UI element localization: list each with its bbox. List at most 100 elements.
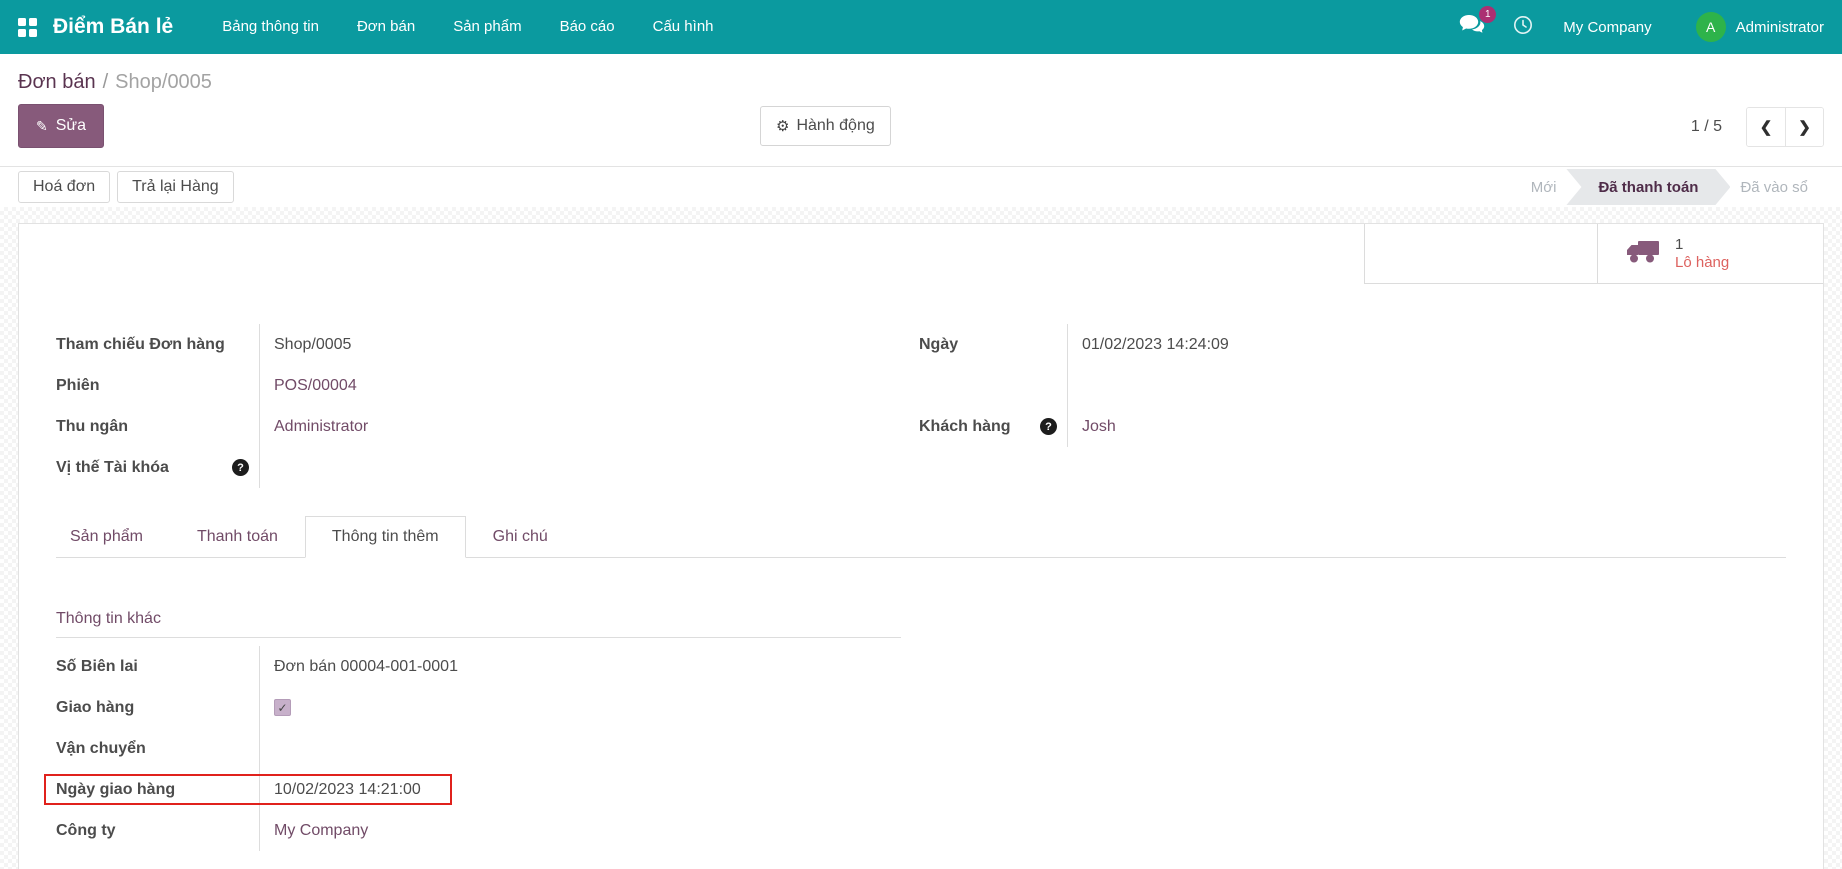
stat-value: 1 <box>1675 236 1729 254</box>
field-value <box>259 447 901 488</box>
stat-text: 1 Lô hàng <box>1675 236 1729 272</box>
field-row-carrier: Vận chuyển <box>56 728 901 769</box>
pager-buttons: ❮ ❯ <box>1746 107 1824 147</box>
field-row-company: Công ty My Company <box>56 810 901 851</box>
field-label-text: Khách hàng <box>919 418 1011 436</box>
nav-item-orders[interactable]: Đơn bán <box>338 0 434 54</box>
field-label-text: Vị thế Tài khóa <box>56 459 169 477</box>
nav-item-products[interactable]: Sản phẩm <box>434 0 540 54</box>
company-link[interactable]: My Company <box>274 822 368 840</box>
status-step-new[interactable]: Mới <box>1515 169 1573 205</box>
field-row-session: Phiên POS/00004 <box>56 365 901 406</box>
field-row-fiscal-position: Vị thế Tài khóa ? <box>56 447 901 488</box>
pager-next-button[interactable]: ❯ <box>1785 108 1823 146</box>
user-avatar: A <box>1696 12 1726 42</box>
fields-group: Tham chiếu Đơn hàng Shop/0005 Phiên POS/… <box>56 324 1786 488</box>
nav-item-reports[interactable]: Báo cáo <box>541 0 634 54</box>
field-label: Ngày giao hàng <box>56 769 259 810</box>
status-step-paid[interactable]: Đã thanh toán <box>1566 169 1730 205</box>
activities-button[interactable] <box>1513 15 1533 40</box>
field-value: ✓ <box>259 687 901 728</box>
tab-payments[interactable]: Thanh toán <box>170 516 305 557</box>
chevron-right-icon: ❯ <box>1798 118 1811 136</box>
edit-button[interactable]: ✎ Sửa <box>18 104 104 148</box>
button-box: 1 Lô hàng <box>1364 224 1823 284</box>
form-sheet: 1 Lô hàng Tham chiếu Đơn hàng Shop/0005 … <box>18 223 1824 869</box>
field-value: 01/02/2023 14:24:09 <box>1067 324 1786 365</box>
tab-extra-info[interactable]: Thông tin thêm <box>305 516 466 558</box>
control-panel: Đơn bán/Shop/0005 ✎ Sửa ⚙ Hành động 1 / … <box>0 54 1842 207</box>
nav-item-config[interactable]: Cấu hình <box>634 0 733 54</box>
return-goods-button[interactable]: Trả lại Hàng <box>117 171 234 203</box>
apps-square <box>18 29 26 37</box>
field-label-text: Ngày <box>919 336 958 354</box>
statusbar: Mới Đã thanh toán Đã vào sổ <box>1515 169 1824 205</box>
shipping-checkbox[interactable]: ✓ <box>274 699 291 716</box>
app-title[interactable]: Điểm Bán lẻ <box>53 15 173 39</box>
field-value-text: 10/02/2023 14:21:00 <box>274 781 421 799</box>
fields-column-left: Tham chiếu Đơn hàng Shop/0005 Phiên POS/… <box>56 324 901 488</box>
company-switcher[interactable]: My Company <box>1563 19 1651 36</box>
field-label-text: Thu ngân <box>56 418 128 436</box>
truck-icon <box>1626 239 1660 269</box>
pager: 1 / 5 ❮ ❯ <box>1691 107 1824 147</box>
field-label: Phiên <box>56 365 259 406</box>
field-label: Tham chiếu Đơn hàng <box>56 324 259 365</box>
field-value-text: 01/02/2023 14:24:09 <box>1082 336 1229 354</box>
field-row-date: Ngày 01/02/2023 14:24:09 <box>919 324 1786 365</box>
field-row-cashier: Thu ngân Administrator <box>56 406 901 447</box>
field-row-shipping: Giao hàng ✓ <box>56 687 901 728</box>
stat-button-strip: 1 Lô hàng <box>19 224 1823 284</box>
field-value <box>259 728 901 769</box>
tab-products[interactable]: Sản phẩm <box>56 516 170 557</box>
cashier-link[interactable]: Administrator <box>274 418 368 436</box>
field-label: Vận chuyển <box>56 728 259 769</box>
stat-button-shipments[interactable]: 1 Lô hàng <box>1597 224 1823 283</box>
field-label-text: Giao hàng <box>56 699 134 717</box>
session-link[interactable]: POS/00004 <box>274 377 357 395</box>
tab-content-extra-info: Thông tin khác Số Biên lai Đơn bán 00004… <box>56 558 1786 851</box>
status-row: Hoá đơn Trả lại Hàng Mới Đã thanh toán Đ… <box>18 167 1824 207</box>
control-panel-buttons-row: ✎ Sửa ⚙ Hành động 1 / 5 ❮ ❯ <box>18 104 1824 166</box>
action-button-label: Hành động <box>796 117 874 135</box>
field-label-text: Công ty <box>56 822 116 840</box>
stat-label: Lô hàng <box>1675 254 1729 272</box>
field-label-text: Vận chuyển <box>56 740 146 758</box>
field-label: Vị thế Tài khóa ? <box>56 447 259 488</box>
field-label: Ngày <box>919 324 1067 365</box>
status-step-posted[interactable]: Đã vào sổ <box>1724 169 1824 205</box>
field-value: My Company <box>259 810 901 851</box>
gear-icon: ⚙ <box>776 117 789 135</box>
field-value-text: Đơn bán 00004-001-0001 <box>274 658 458 676</box>
field-label: Công ty <box>56 810 259 851</box>
apps-square <box>18 18 26 26</box>
apps-square <box>29 29 37 37</box>
action-menu-button[interactable]: ⚙ Hành động <box>760 106 891 146</box>
pencil-icon: ✎ <box>36 118 48 135</box>
chevron-left-icon: ❮ <box>1760 118 1773 136</box>
field-row-customer: Khách hàng ? Josh <box>919 406 1786 447</box>
field-label-text: Ngày giao hàng <box>56 781 175 799</box>
field-label: Thu ngân <box>56 406 259 447</box>
tab-notes[interactable]: Ghi chú <box>466 516 575 557</box>
apps-menu-icon[interactable] <box>18 18 37 37</box>
message-count-badge: 1 <box>1479 6 1496 23</box>
field-label <box>919 365 1067 406</box>
field-value-text: Shop/0005 <box>274 336 351 354</box>
field-label: Giao hàng <box>56 687 259 728</box>
field-value: Josh <box>1067 406 1786 447</box>
nav-item-dashboard[interactable]: Bảng thông tin <box>203 0 338 54</box>
notebook-tabs: Sản phẩm Thanh toán Thông tin thêm Ghi c… <box>56 516 1786 558</box>
field-label: Số Biên lai <box>56 646 259 687</box>
pager-prev-button[interactable]: ❮ <box>1747 108 1785 146</box>
user-name: Administrator <box>1736 19 1824 36</box>
field-label-text: Phiên <box>56 377 100 395</box>
customer-link[interactable]: Josh <box>1082 418 1116 436</box>
field-value: POS/00004 <box>259 365 901 406</box>
check-icon: ✓ <box>277 701 287 715</box>
breadcrumb-parent-link[interactable]: Đơn bán <box>18 71 96 93</box>
section-title: Thông tin khác <box>56 610 901 638</box>
invoice-button[interactable]: Hoá đơn <box>18 171 110 203</box>
messages-button[interactable]: 1 <box>1459 14 1485 41</box>
user-menu[interactable]: A Administrator <box>1696 12 1824 42</box>
